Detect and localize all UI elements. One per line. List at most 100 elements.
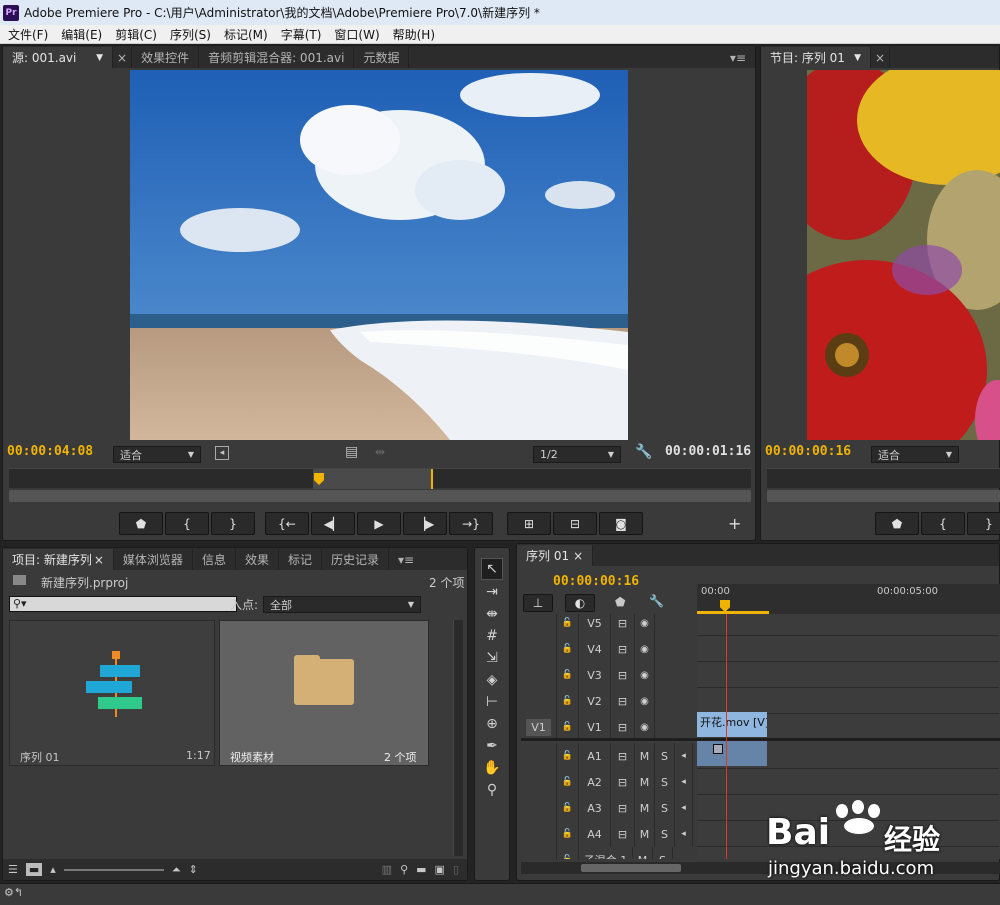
toggle-output-icon[interactable]: ⊟: [611, 714, 635, 740]
program-fit-dropdown[interactable]: 适合 ▼: [871, 446, 959, 463]
new-bin-icon[interactable]: ▬: [416, 863, 426, 876]
mute-button[interactable]: M: [635, 795, 655, 821]
lock-icon[interactable]: 🔓: [557, 743, 579, 769]
source-patch-cell[interactable]: [521, 821, 557, 847]
project-scrollbar[interactable]: [453, 620, 463, 856]
lock-icon[interactable]: 🔓: [557, 821, 579, 847]
toggle-output-icon[interactable]: ⊟: [611, 662, 635, 688]
zoom-in-icon[interactable]: ⏶: [172, 863, 181, 877]
timeline-timecode[interactable]: 00:00:00:16: [553, 574, 639, 589]
program-mark-out-button[interactable]: }: [967, 512, 1000, 535]
close-icon[interactable]: ×: [875, 51, 885, 65]
source-patch-cell[interactable]: [521, 795, 557, 821]
panel-menu-icon[interactable]: ▾≡: [389, 549, 423, 570]
tab-effect-controls[interactable]: 效果控件: [132, 47, 200, 68]
toggle-output-icon[interactable]: ⊟: [611, 636, 635, 662]
project-search-input[interactable]: ⚲▾: [9, 596, 237, 612]
export-frame-button[interactable]: ◙: [599, 512, 643, 535]
sort-icon[interactable]: ⇕: [189, 863, 198, 876]
lock-icon[interactable]: 🔓: [557, 662, 579, 688]
rolling-edit-tool-icon[interactable]: #: [481, 625, 503, 647]
mute-button[interactable]: M: [635, 769, 655, 795]
program-add-marker-button[interactable]: ⬟: [875, 512, 919, 535]
track-name[interactable]: V2: [579, 688, 611, 714]
tab-project[interactable]: 项目: 新建序列 ×: [3, 549, 114, 570]
ripple-edit-tool-icon[interactable]: ⇼: [481, 603, 503, 625]
program-mark-in-button[interactable]: {: [921, 512, 965, 535]
solo-button[interactable]: S: [655, 769, 675, 795]
inpoint-dropdown[interactable]: 全部 ▼: [263, 596, 421, 613]
submix-name[interactable]: 子混合 1: [579, 847, 633, 859]
lock-icon[interactable]: 🔓: [557, 636, 579, 662]
menu-help[interactable]: 帮助(H): [393, 26, 435, 43]
new-item-icon[interactable]: ▣: [435, 863, 445, 876]
tab-metadata[interactable]: 元数据: [354, 47, 410, 68]
track-name[interactable]: A3: [579, 795, 611, 821]
track-select-tool-icon[interactable]: ⇥: [481, 581, 503, 603]
track-name[interactable]: A4: [579, 821, 611, 847]
chevron-down-icon[interactable]: ▼: [96, 53, 103, 63]
mute-button[interactable]: M: [635, 821, 655, 847]
menu-marker[interactable]: 标记(M): [224, 26, 268, 43]
slide-tool-icon[interactable]: ⊕: [481, 713, 503, 735]
solo-button[interactable]: S: [653, 847, 673, 859]
track-name[interactable]: A2: [579, 769, 611, 795]
lock-icon[interactable]: 🔓: [557, 847, 579, 859]
tab-close[interactable]: ×: [113, 47, 133, 68]
trash-icon[interactable]: ▯: [453, 863, 459, 876]
toggle-output-icon[interactable]: ⊟: [611, 614, 635, 636]
lock-icon[interactable]: 🔓: [557, 688, 579, 714]
menu-edit[interactable]: 编辑(E): [61, 26, 102, 43]
razor-tool-icon[interactable]: ◈: [481, 669, 503, 691]
program-playhead-timecode[interactable]: 00:00:00:16: [765, 444, 851, 459]
panel-menu-icon[interactable]: ▾≡: [721, 47, 755, 68]
timeline-settings-wrench-icon[interactable]: 🔧: [649, 594, 664, 608]
track-name[interactable]: V3: [579, 662, 611, 688]
tab-source[interactable]: 源: 001.avi ▼: [3, 47, 113, 68]
lock-icon[interactable]: 🔓: [557, 614, 579, 636]
tab-sequence[interactable]: 序列 01 ×: [517, 545, 594, 566]
lock-icon[interactable]: 🔓: [557, 714, 579, 740]
chevron-down-icon[interactable]: ▼: [854, 53, 861, 63]
add-marker-icon[interactable]: ⬟: [615, 595, 625, 609]
hand-tool-icon[interactable]: ✋: [481, 757, 503, 779]
eye-icon[interactable]: ◉: [635, 688, 655, 714]
source-patch-cell[interactable]: V1: [521, 714, 557, 740]
source-patch-cell[interactable]: [521, 636, 557, 662]
step-forward-button[interactable]: ▕▶: [403, 512, 447, 535]
eye-icon[interactable]: ◉: [635, 614, 655, 636]
slip-tool-icon[interactable]: ⊢: [481, 691, 503, 713]
audio-waveform-icon[interactable]: ⇹: [375, 445, 385, 459]
step-back-button[interactable]: ◀▏: [311, 512, 355, 535]
rate-stretch-tool-icon[interactable]: ⇲: [481, 647, 503, 669]
menu-window[interactable]: 窗口(W): [334, 26, 379, 43]
eye-icon[interactable]: ◉: [635, 714, 655, 740]
add-button-plus-icon[interactable]: +: [728, 514, 741, 533]
mute-button[interactable]: M: [635, 743, 655, 769]
find-icon[interactable]: ⚲: [400, 863, 408, 876]
mark-out-button[interactable]: }: [211, 512, 255, 535]
wrench-icon[interactable]: 🔧: [635, 444, 652, 460]
tab-history[interactable]: 历史记录: [322, 549, 389, 570]
close-icon[interactable]: ×: [94, 553, 104, 567]
source-patch-cell[interactable]: [521, 662, 557, 688]
track-name[interactable]: V4: [579, 636, 611, 662]
program-zoom-scrollbar[interactable]: [767, 490, 1000, 502]
source-patch-cell[interactable]: [521, 614, 557, 636]
tab-program[interactable]: 节目: 序列 01 ▼: [761, 47, 871, 68]
video-clip[interactable]: 开花.mov [V]: [697, 712, 767, 737]
selection-tool-icon[interactable]: ↖: [481, 558, 503, 580]
audio-clip[interactable]: [697, 741, 767, 766]
source-patch-cell[interactable]: [521, 847, 557, 859]
solo-button[interactable]: S: [655, 743, 675, 769]
overwrite-button[interactable]: ⊟: [553, 512, 597, 535]
volume-icon[interactable]: ◂: [675, 769, 693, 795]
film-strip-icon[interactable]: ▤: [345, 444, 358, 460]
zoom-slider[interactable]: [63, 868, 164, 871]
source-patch-cell[interactable]: [521, 688, 557, 714]
lock-icon[interactable]: 🔓: [557, 795, 579, 821]
volume-icon[interactable]: ◂: [675, 743, 693, 769]
track-name[interactable]: V5: [579, 614, 611, 636]
zoom-tool-icon[interactable]: ⚲: [481, 779, 503, 801]
lock-icon[interactable]: 🔓: [557, 769, 579, 795]
